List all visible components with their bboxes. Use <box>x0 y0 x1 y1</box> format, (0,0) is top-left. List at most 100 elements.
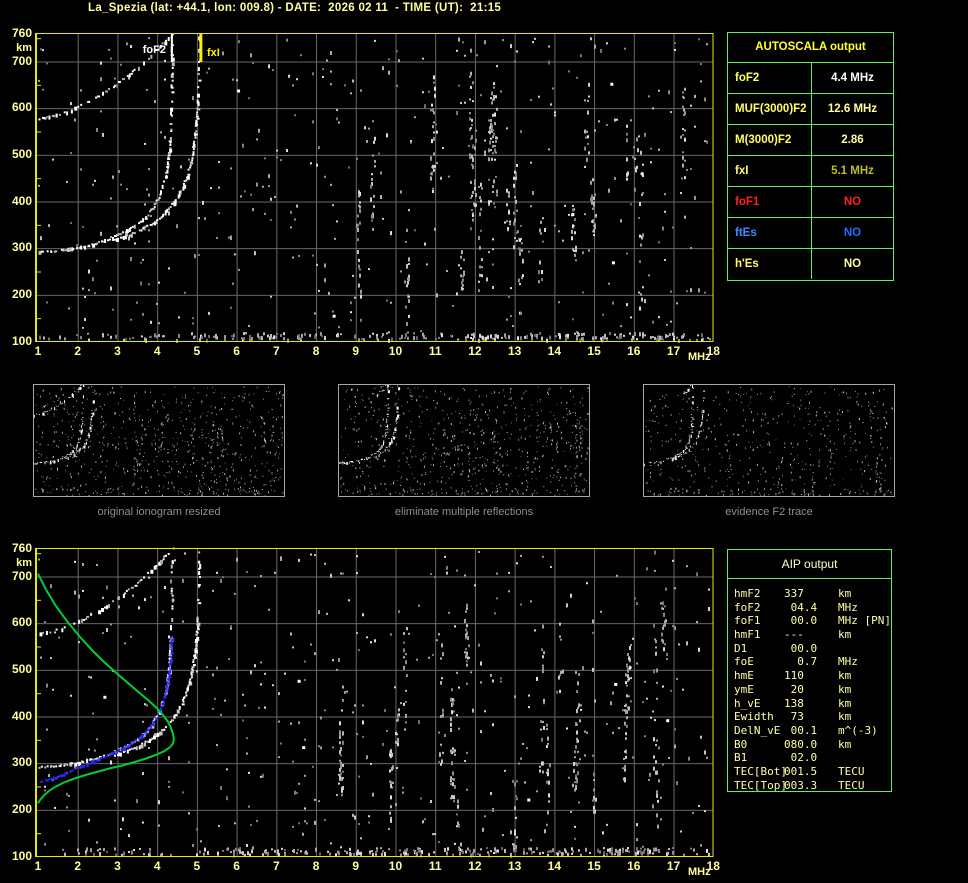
x-tick-label: 13 <box>507 344 522 358</box>
aip-row-label: ymE <box>734 682 754 696</box>
x-tick-label: 18 <box>706 344 720 358</box>
aip-row-label: foF1 <box>734 614 761 628</box>
aip-row-Ewidth: Ewidth 73 km <box>728 710 891 724</box>
aip-row-foF2: foF2 04.4 MHz <box>728 601 891 615</box>
x-tick-label: 4 <box>153 859 161 873</box>
aip-row-label: D1 <box>734 641 748 655</box>
thumbnail-original-ionogram <box>33 384 285 497</box>
aip-output-table: AIP output hmF2 337 km foF2 04.4 MHz foF1 00.… <box>727 549 892 792</box>
aip-row-unit: km <box>838 737 852 751</box>
autoscala-window: La_Spezia (lat: +44.1, lon: 009.8) - DAT… <box>0 0 968 883</box>
aip-row-unit: km <box>838 696 852 710</box>
aip-row-label: hmF2 <box>734 587 761 600</box>
aip-row-unit: MHz <box>838 600 858 614</box>
x-tick-label: 14 <box>547 859 562 873</box>
fxi-marker-label: fxI <box>207 47 220 59</box>
aip-row-value: 110 <box>784 669 804 683</box>
aip-table-rows: hmF2 337 km foF2 04.4 MHz foF1 00.0 MHz [PN] hm… <box>728 579 891 792</box>
aip-row-value: 04.4 <box>784 600 818 614</box>
aip-row-hmE: hmE 110 km <box>728 669 891 683</box>
x-tick-label: 3 <box>114 859 121 873</box>
x-tick-label: 10 <box>388 859 403 873</box>
x-tick-label: 1 <box>34 344 42 358</box>
aip-row-B1: B1 02.0 <box>728 751 891 765</box>
x-tick-label: 12 <box>468 859 482 873</box>
x-tick-label: 8 <box>312 859 320 873</box>
x-tick-label: 2 <box>74 344 82 358</box>
aip-row-label: DelN_vE <box>734 723 781 737</box>
aip-row-unit: km <box>838 710 852 724</box>
ionogram-profile-plot <box>34 547 714 858</box>
aip-row-DelN_vE: DelN_vE 00.1 m^(-3) <box>728 724 891 738</box>
aip-row-value: 080.0 <box>784 737 818 751</box>
x-tick-label: 11 <box>428 859 442 873</box>
aip-row-hmF1: hmF1 --- km <box>728 628 891 642</box>
aip-row-value: 00.0 <box>784 641 818 655</box>
y-tick-label: 200 <box>11 801 32 816</box>
ionogram-main-plot <box>34 32 714 343</box>
x-tick-label: 16 <box>627 344 641 358</box>
aip-row-TEC[Bot]: TEC[Bot] 001.5 TECU <box>728 765 891 779</box>
aip-row-foF1: foF1 00.0 MHz [PN] <box>728 614 891 628</box>
aip-row-value: 0.7 <box>784 655 818 669</box>
y-tick-label: 300 <box>11 240 32 255</box>
autoscala-table-header: AUTOSCALA output <box>728 33 893 63</box>
aip-row-value: 138 <box>784 696 804 710</box>
x-tick-label: 5 <box>193 859 201 873</box>
aip-row-unit: TECU <box>838 778 865 792</box>
y-tick-label: 760 <box>11 25 32 40</box>
x-tick-label: 5 <box>193 344 201 358</box>
aip-row-value: 003.3 <box>784 778 818 792</box>
thumbnail-evidence-f2-trace <box>643 384 895 497</box>
y-tick-label: 400 <box>11 708 32 723</box>
x-tick-label: 16 <box>627 859 641 873</box>
x-tick-label: 2 <box>74 859 82 873</box>
aip-row-foE: foE 0.7 MHz <box>728 655 891 669</box>
y-tick-label: 600 <box>11 100 32 115</box>
aip-table-header: AIP output <box>728 550 891 579</box>
thumbnail-caption: original ionogram resized <box>97 506 221 518</box>
thumbnail-caption: evidence F2 trace <box>725 506 813 518</box>
x-tick-label: 18 <box>706 859 720 873</box>
aip-row-h_vE: h_vE 138 km <box>728 697 891 711</box>
autoscala-row-foF1: foF1 NO <box>728 187 893 218</box>
x-tick-label: 15 <box>587 344 601 358</box>
autoscala-row-M(3000)F2: M(3000)F2 2.86 <box>728 125 893 156</box>
y-tick-label: 760 <box>11 540 32 555</box>
autoscala-row-fxI: fxI 5.1 MHz <box>728 156 893 187</box>
autoscala-row-label: foF1 <box>728 187 812 217</box>
y-tick-label: 700 <box>11 53 32 68</box>
y-tick-label: 200 <box>11 286 32 301</box>
autoscala-row-foF2: foF2 4.4 MHz <box>728 63 893 94</box>
autoscala-row-value: NO <box>843 258 862 270</box>
aip-row-D1: D1 00.0 <box>728 642 891 656</box>
aip-row-value: 337 <box>784 587 804 600</box>
x-tick-label: 9 <box>352 859 360 873</box>
autoscala-row-value: 5.1 MHz <box>831 165 874 177</box>
aip-row-TEC[Top]: TEC[Top] 003.3 TECU <box>728 779 891 793</box>
y-axis-unit-top: km <box>16 42 32 54</box>
autoscala-row-value: NO <box>843 196 862 208</box>
aip-row-hmF2: hmF2 337 km <box>728 587 891 601</box>
aip-row-unit: m^(-3) <box>838 723 878 737</box>
autoscala-row-label: h'Es <box>728 249 812 279</box>
autoscala-row-value: 2.86 <box>841 134 864 146</box>
x-tick-label: 4 <box>153 344 161 358</box>
x-tick-label: 6 <box>233 344 240 358</box>
aip-row-value: 00.0 <box>784 614 818 628</box>
aip-row-label: TEC[Bot] <box>734 764 787 778</box>
aip-row-ymE: ymE 20 km <box>728 683 891 697</box>
autoscala-row-value: 4.4 MHz <box>831 72 874 84</box>
x-tick-label: 11 <box>428 344 442 358</box>
y-tick-label: 700 <box>11 568 32 583</box>
x-tick-label: 3 <box>114 344 121 358</box>
autoscala-table-rows: foF2 4.4 MHz MUF(3000)F2 12.6 MHz M(3000)F2 2… <box>728 63 893 279</box>
autoscala-row-label: fxI <box>728 156 812 186</box>
aip-row-label: foE <box>734 655 754 669</box>
x-tick-label: 6 <box>233 859 240 873</box>
aip-row-label: Ewidth <box>734 710 774 724</box>
thumbnail-eliminate-reflections <box>338 384 590 497</box>
x-tick-label: 7 <box>272 859 280 873</box>
window-title: La_Spezia (lat: +44.1, lon: 009.8) - DAT… <box>88 2 502 14</box>
y-tick-label: 400 <box>11 193 32 208</box>
